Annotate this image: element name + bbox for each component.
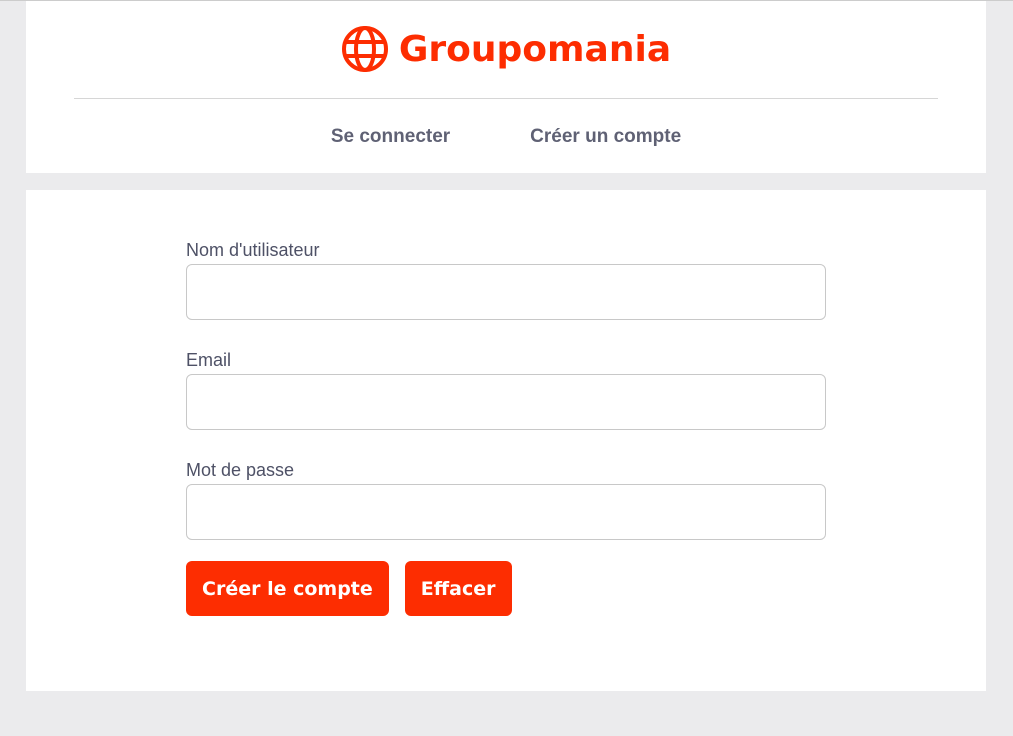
logo[interactable]: Groupomania	[26, 25, 986, 73]
nav: Se connecter Créer un compte	[26, 126, 986, 148]
password-input[interactable]	[186, 484, 826, 540]
create-account-button[interactable]: Créer le compte	[186, 561, 389, 616]
nav-signup[interactable]: Créer un compte	[530, 126, 681, 148]
signup-panel: Nom d'utilisateur Email Mot de passe Cré…	[26, 190, 986, 691]
header: Groupomania Se connecter Créer un compte	[26, 1, 986, 173]
signup-form: Nom d'utilisateur Email Mot de passe Cré…	[186, 240, 826, 616]
clear-button[interactable]: Effacer	[404, 561, 512, 616]
globe-icon	[341, 26, 388, 72]
nav-login[interactable]: Se connecter	[331, 126, 450, 148]
username-label: Nom d'utilisateur	[186, 240, 320, 260]
password-label: Mot de passe	[186, 460, 295, 480]
brand-name: Groupomania	[398, 28, 672, 70]
username-input[interactable]	[186, 264, 826, 320]
divider	[74, 98, 938, 99]
email-input[interactable]	[186, 374, 826, 430]
email-label: Email	[186, 350, 232, 370]
